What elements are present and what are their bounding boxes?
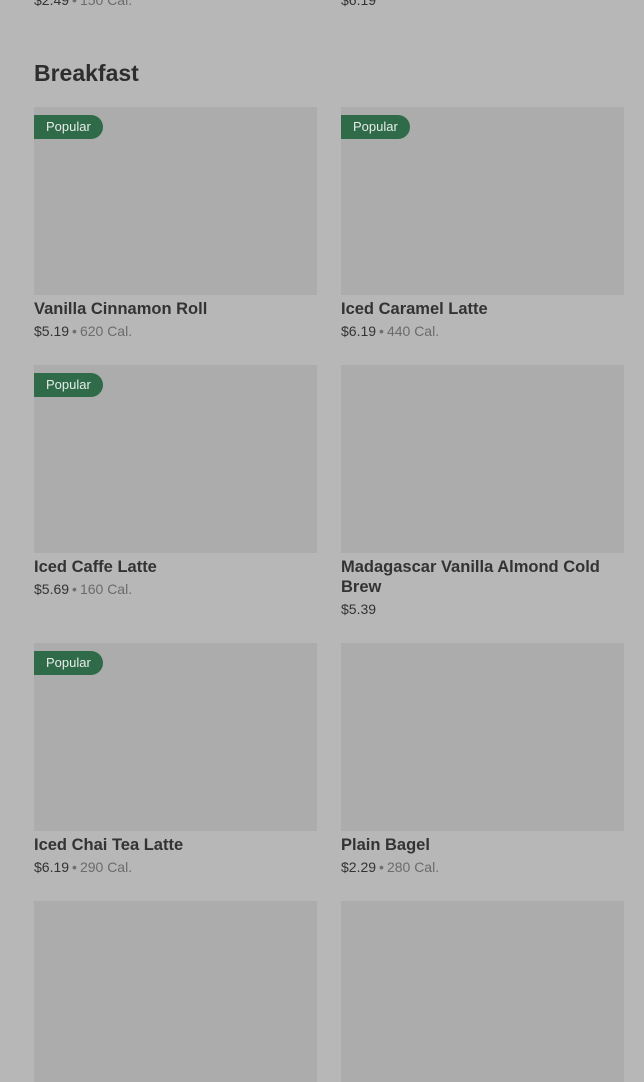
item-name[interactable]: Iced Caramel Latte bbox=[341, 299, 624, 319]
item-calories: 440 Cal. bbox=[386, 323, 440, 339]
item-name[interactable]: Madagascar Vanilla Almond Cold Brew bbox=[341, 557, 624, 597]
item-calories: 160 Cal. bbox=[79, 581, 133, 597]
item-image[interactable] bbox=[341, 365, 624, 553]
item-image[interactable] bbox=[341, 643, 624, 831]
menu-item-card[interactable]: Popular Iced Chai Tea Latte $6.19 • 290 Ca… bbox=[34, 643, 317, 877]
item-meta: $5.69 • 160 Cal. bbox=[34, 579, 317, 599]
menu-item-card[interactable]: Popular Iced Caramel Latte $6.19 • 440 Cal… bbox=[341, 107, 624, 341]
separator-dot: • bbox=[72, 0, 77, 8]
item-name[interactable]: Vanilla Cinnamon Roll bbox=[34, 299, 317, 319]
item-meta: $6.19 • 440 Cal. bbox=[341, 321, 624, 341]
popular-badge: Popular bbox=[34, 651, 103, 675]
item-name[interactable]: Iced Chai Tea Latte bbox=[34, 835, 317, 855]
item-image[interactable]: Popular bbox=[341, 107, 624, 295]
menu-item-card[interactable] bbox=[34, 901, 317, 1082]
separator-dot: • bbox=[72, 581, 77, 597]
item-name[interactable]: Iced Caffe Latte bbox=[34, 557, 317, 577]
item-price: $5.19 bbox=[34, 323, 70, 339]
item-meta: $5.39 bbox=[341, 599, 624, 619]
item-price: $5.39 bbox=[341, 601, 377, 617]
menu-item-card[interactable]: Popular Iced Caffe Latte $5.69 • 160 Cal. bbox=[34, 365, 317, 599]
item-image[interactable]: Popular bbox=[34, 107, 317, 295]
popular-badge: Popular bbox=[34, 115, 103, 139]
item-image[interactable] bbox=[34, 901, 317, 1082]
separator-dot: • bbox=[379, 859, 384, 875]
item-price: $6.19 bbox=[341, 0, 377, 8]
item-price: $2.29 bbox=[341, 859, 377, 875]
item-image[interactable] bbox=[341, 901, 624, 1082]
item-price: $2.49 bbox=[34, 0, 70, 8]
separator-dot: • bbox=[72, 323, 77, 339]
menu-item-card[interactable]: Popular Vanilla Cinnamon Roll $5.19 • 620 … bbox=[34, 107, 317, 341]
item-meta: $2.49 • 150 Cal. bbox=[34, 0, 132, 8]
separator-dot: • bbox=[379, 323, 384, 339]
item-price: $5.69 bbox=[34, 581, 70, 597]
menu-item-card[interactable]: Madagascar Vanilla Almond Cold Brew $5.3… bbox=[341, 365, 624, 619]
menu-page: $2.49 • 150 Cal. $6.19 Breakfast Popular V… bbox=[0, 0, 644, 1082]
item-meta: $2.29 • 280 Cal. bbox=[341, 857, 624, 877]
item-image[interactable]: Popular bbox=[34, 365, 317, 553]
item-meta: $6.19 • 290 Cal. bbox=[34, 857, 317, 877]
item-image[interactable]: Popular bbox=[34, 643, 317, 831]
previous-section-row: $2.49 • 150 Cal. $6.19 bbox=[34, 0, 624, 12]
separator-dot: • bbox=[72, 859, 77, 875]
item-meta: $5.19 • 620 Cal. bbox=[34, 321, 317, 341]
item-calories: 290 Cal. bbox=[79, 859, 133, 875]
item-calories: 620 Cal. bbox=[79, 323, 133, 339]
menu-item-card[interactable]: Plain Bagel $2.29 • 280 Cal. bbox=[341, 643, 624, 877]
item-name[interactable]: Plain Bagel bbox=[341, 835, 624, 855]
section-title: Breakfast bbox=[34, 60, 139, 86]
item-price: $6.19 bbox=[341, 323, 377, 339]
item-price: $6.19 bbox=[34, 859, 70, 875]
popular-badge: Popular bbox=[34, 373, 103, 397]
item-calories: 150 Cal. bbox=[79, 0, 133, 8]
menu-item-card[interactable] bbox=[341, 901, 624, 1082]
item-meta: $6.19 bbox=[341, 0, 376, 8]
popular-badge: Popular bbox=[341, 115, 410, 139]
item-calories: 280 Cal. bbox=[386, 859, 440, 875]
